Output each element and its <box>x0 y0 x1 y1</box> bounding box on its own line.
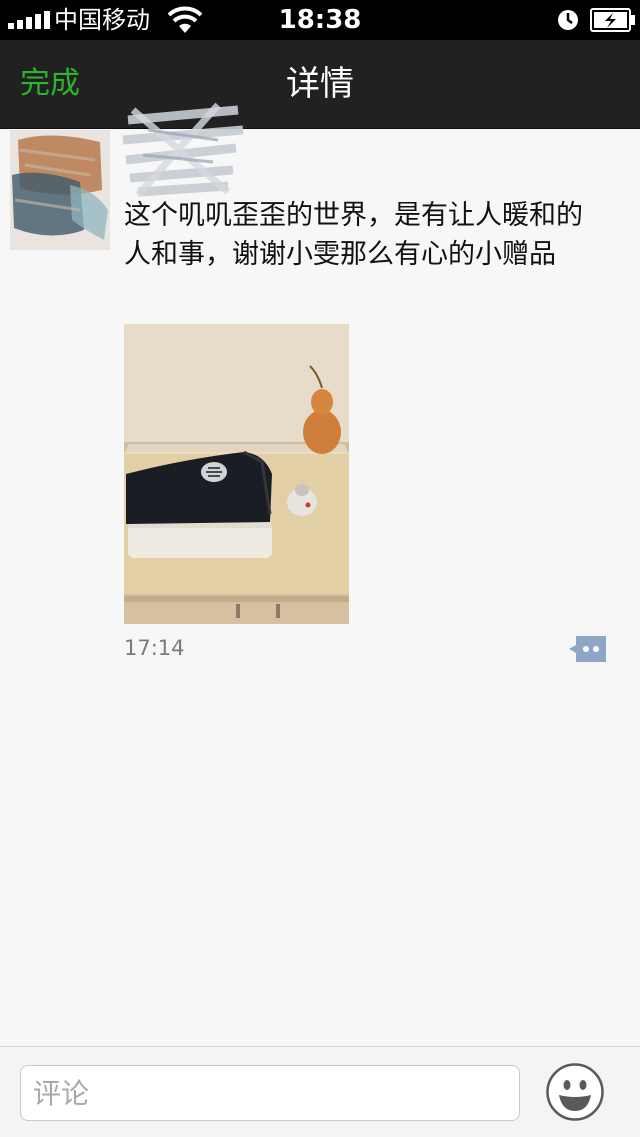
page-title: 详情 <box>286 64 354 104</box>
navigation-bar: 完成 详情 <box>0 40 640 129</box>
status-time: 18:38 <box>278 5 362 35</box>
status-bar: 中国移动 18:38 <box>0 0 640 40</box>
username-scribble <box>122 102 244 198</box>
clock-icon <box>558 10 578 30</box>
post-text: 这个叽叽歪歪的世界，是有让人暖和的人和事，谢谢小雯那么有心的小赠品 <box>124 200 583 270</box>
post-timestamp: 17:14 <box>124 636 185 660</box>
battery-charging-icon <box>590 8 635 32</box>
comment-bar <box>0 1046 640 1137</box>
emoji-icon[interactable] <box>546 1063 604 1121</box>
comment-input[interactable] <box>20 1065 520 1121</box>
avatar[interactable] <box>10 130 110 250</box>
comment-icon[interactable] <box>568 634 608 664</box>
post-photo[interactable] <box>124 324 349 624</box>
